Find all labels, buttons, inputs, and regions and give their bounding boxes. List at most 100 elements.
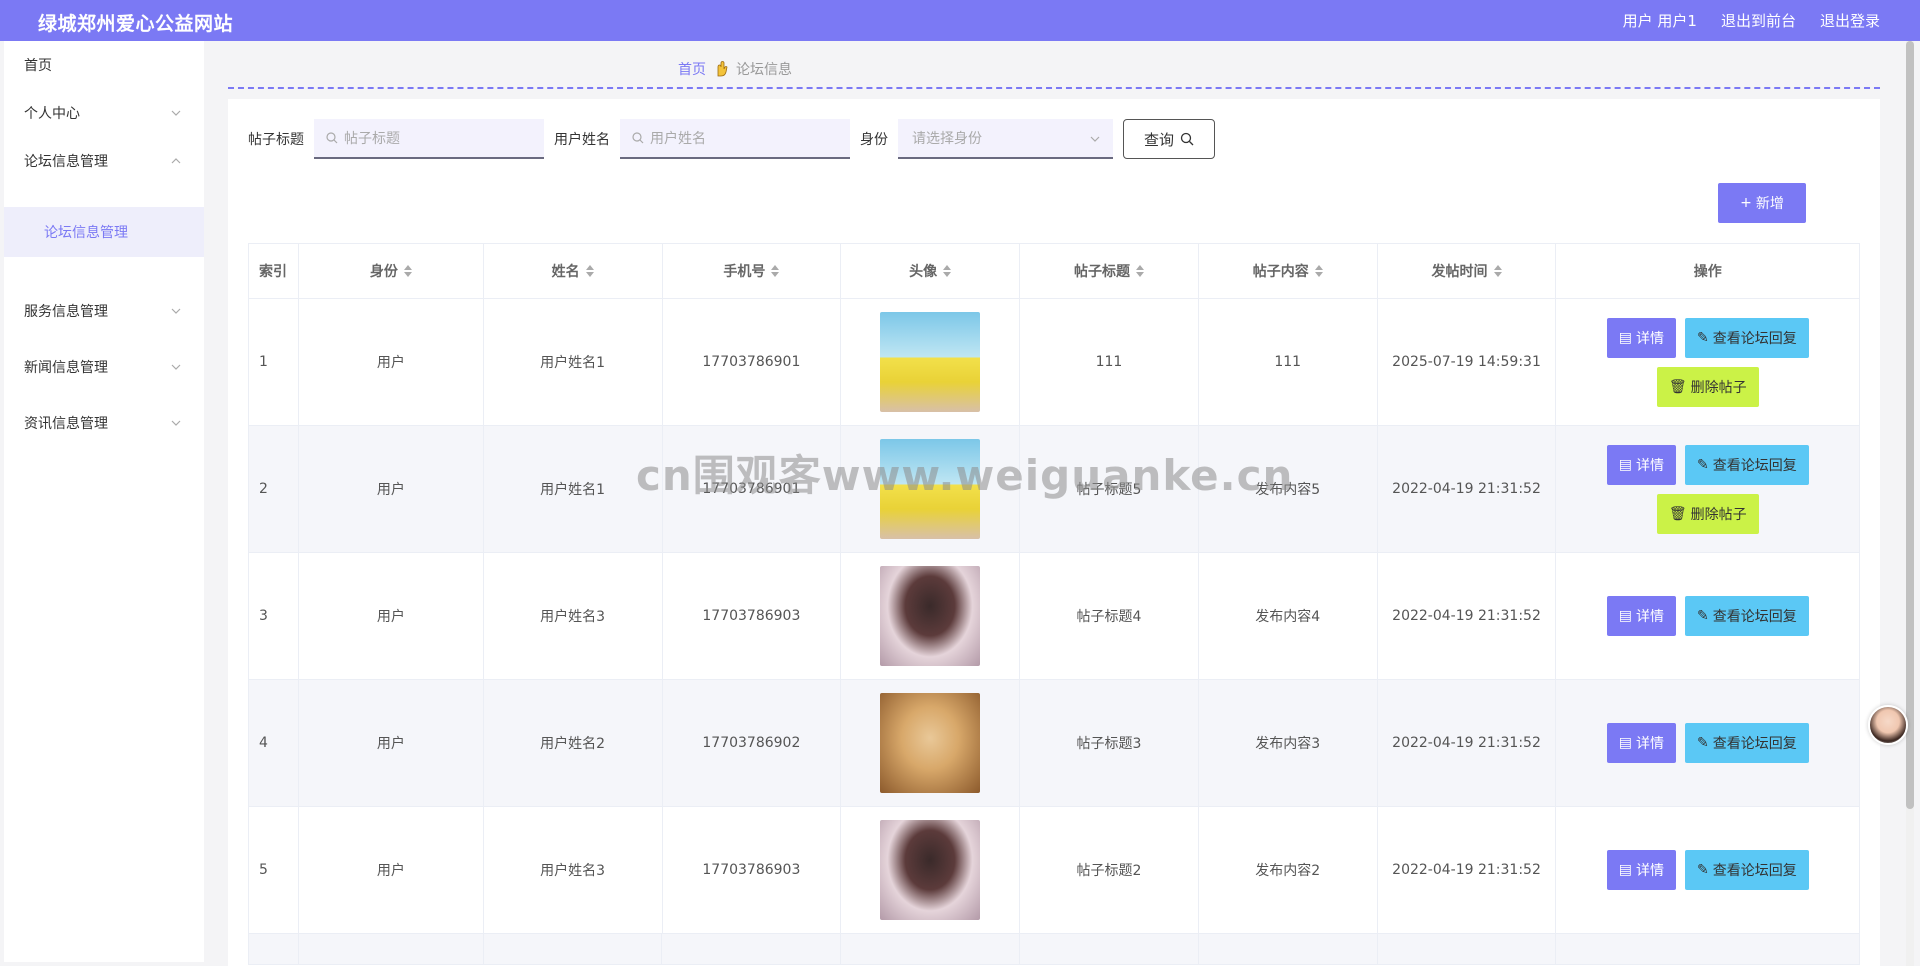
query-button[interactable]: 查询 bbox=[1123, 119, 1215, 159]
table-row: 3 用户 用户姓名3 17703786903 帖子标题4 发布内容4 2022-… bbox=[249, 553, 1859, 680]
detail-button[interactable]: ▤ 详情 bbox=[1606, 444, 1676, 485]
add-button[interactable]: + 新增 bbox=[1718, 183, 1806, 223]
column-header-avatar[interactable]: 头像 bbox=[841, 244, 1021, 298]
column-header-post-content[interactable]: 帖子内容 bbox=[1199, 244, 1378, 298]
chevron-down-icon bbox=[171, 308, 181, 314]
search-icon bbox=[1180, 132, 1194, 146]
sidebar-item-info-management[interactable]: 资讯信息管理 bbox=[4, 399, 204, 447]
column-header-phone[interactable]: 手机号 bbox=[663, 244, 842, 298]
detail-button[interactable]: ▤ 详情 bbox=[1606, 596, 1676, 636]
scrollbar-thumb[interactable] bbox=[1906, 41, 1914, 809]
search-icon bbox=[326, 132, 338, 144]
cell-avatar bbox=[841, 299, 1021, 425]
cell-avatar bbox=[841, 426, 1021, 552]
cell-index: 3 bbox=[249, 553, 299, 679]
edit-icon: ✎ bbox=[1696, 456, 1709, 473]
sort-icon[interactable] bbox=[1135, 265, 1144, 277]
top-right-menu: 用户 用户1 退出到前台 退出登录 bbox=[1623, 10, 1880, 31]
current-user[interactable]: 用户 用户1 bbox=[1623, 10, 1697, 31]
site-title: 绿城郑州爱心公益网站 bbox=[38, 13, 234, 35]
chevron-up-icon bbox=[171, 158, 181, 164]
sidebar-item-news-management[interactable]: 新闻信息管理 bbox=[4, 343, 204, 391]
delete-post-button[interactable]: 🗑 删除帖子 bbox=[1656, 366, 1759, 407]
chevron-down-icon bbox=[1090, 136, 1100, 142]
breadcrumb-home[interactable]: 首页 bbox=[678, 59, 706, 79]
plus-icon: + bbox=[1740, 195, 1752, 211]
title-search-input[interactable]: 帖子标题 bbox=[314, 119, 544, 159]
cell-post-time: 2022-04-19 21:31:52 bbox=[1378, 807, 1557, 933]
sidebar-item-forum-management[interactable]: 论坛信息管理 bbox=[4, 137, 204, 185]
cell-post-content: 111 bbox=[1199, 299, 1378, 425]
cell-post-title: 帖子标题3 bbox=[1020, 680, 1199, 806]
sidebar-item-home[interactable]: 首页 bbox=[4, 41, 204, 89]
column-header-actions: 操作 bbox=[1693, 264, 1722, 280]
assistant-avatar[interactable] bbox=[1868, 705, 1908, 745]
title-label: 帖子标题 bbox=[248, 132, 304, 148]
cell-post-time: 2025-07-19 14:59:31 bbox=[1378, 299, 1557, 425]
cell-actions: ▤ 详情 ✎ 查看论坛回复 🗑 删除帖子 bbox=[1556, 426, 1859, 552]
cell-name: 用户姓名3 bbox=[484, 553, 663, 679]
scrollbar[interactable] bbox=[1906, 41, 1914, 966]
cell-avatar bbox=[841, 680, 1021, 806]
detail-button[interactable]: ▤ 详情 bbox=[1606, 317, 1676, 358]
cell-post-title: 帖子标题4 bbox=[1020, 553, 1199, 679]
sort-icon[interactable] bbox=[1493, 265, 1502, 277]
cell-post-time: 2022-04-19 21:31:52 bbox=[1378, 680, 1557, 806]
top-bar: 绿城郑州爱心公益网站 用户 用户1 退出到前台 退出登录 bbox=[0, 0, 1920, 41]
sort-icon[interactable] bbox=[1314, 265, 1323, 277]
avatar[interactable] bbox=[880, 566, 981, 666]
view-reply-button[interactable]: ✎ 查看论坛回复 bbox=[1684, 596, 1809, 636]
exit-to-front-link[interactable]: 退出到前台 bbox=[1721, 10, 1796, 31]
sidebar-item-label: 资讯信息管理 bbox=[24, 416, 108, 432]
view-reply-button[interactable]: ✎ 查看论坛回复 bbox=[1684, 723, 1809, 763]
table-header: 索引 身份 姓名 手机号 头像 帖子标题 帖子内容 发帖时间 操作 bbox=[249, 244, 1859, 299]
cell-index: 2 bbox=[249, 426, 299, 552]
avatar[interactable] bbox=[880, 820, 981, 920]
sidebar-item-label: 论坛信息管理 bbox=[44, 225, 128, 241]
document-icon: ▤ bbox=[1618, 329, 1632, 346]
cell-role: 用户 bbox=[299, 299, 484, 425]
document-icon: ▤ bbox=[1618, 456, 1632, 473]
sidebar-item-service-management[interactable]: 服务信息管理 bbox=[4, 287, 204, 335]
name-search-input[interactable]: 用户姓名 bbox=[620, 119, 850, 159]
view-reply-button[interactable]: ✎ 查看论坛回复 bbox=[1684, 317, 1809, 358]
column-header-post-title[interactable]: 帖子标题 bbox=[1020, 244, 1199, 298]
view-reply-button[interactable]: ✎ 查看论坛回复 bbox=[1684, 444, 1809, 485]
sidebar-item-label: 首页 bbox=[24, 58, 52, 74]
cell-role: 用户 bbox=[299, 807, 484, 933]
chevron-down-icon bbox=[171, 420, 181, 426]
cell-post-content: 发布内容5 bbox=[1199, 426, 1378, 552]
role-label: 身份 bbox=[860, 132, 888, 148]
column-header-index: 索引 bbox=[249, 244, 299, 298]
cell-name: 用户姓名1 bbox=[484, 299, 663, 425]
sort-icon[interactable] bbox=[585, 265, 594, 277]
sort-icon[interactable] bbox=[771, 265, 780, 277]
column-header-name[interactable]: 姓名 bbox=[484, 244, 663, 298]
detail-button[interactable]: ▤ 详情 bbox=[1606, 723, 1676, 763]
sort-icon[interactable] bbox=[943, 265, 952, 277]
column-header-role[interactable]: 身份 bbox=[299, 244, 484, 298]
breadcrumb-current: 论坛信息 bbox=[736, 62, 792, 78]
view-reply-button[interactable]: ✎ 查看论坛回复 bbox=[1684, 850, 1809, 890]
role-select[interactable]: 请选择身份 bbox=[898, 119, 1113, 159]
cell-avatar bbox=[841, 553, 1021, 679]
column-header-post-time[interactable]: 发帖时间 bbox=[1378, 244, 1557, 298]
cell-post-time: 2022-04-19 21:31:52 bbox=[1378, 426, 1557, 552]
avatar[interactable] bbox=[880, 312, 981, 412]
sidebar-item-label: 论坛信息管理 bbox=[24, 154, 108, 170]
cell-actions: ▤ 详情 ✎ 查看论坛回复 bbox=[1556, 553, 1859, 679]
sidebar-subitem-forum-info[interactable]: 论坛信息管理 bbox=[4, 207, 204, 257]
chevron-down-icon bbox=[171, 110, 181, 116]
logout-link[interactable]: 退出登录 bbox=[1820, 10, 1880, 31]
sort-icon[interactable] bbox=[403, 265, 412, 277]
avatar[interactable] bbox=[880, 693, 981, 793]
avatar[interactable] bbox=[880, 439, 981, 539]
cell-index: 1 bbox=[249, 299, 299, 425]
detail-button[interactable]: ▤ 详情 bbox=[1606, 850, 1676, 890]
sidebar-item-personal-center[interactable]: 个人中心 bbox=[4, 89, 204, 137]
cell-role: 用户 bbox=[299, 426, 484, 552]
delete-post-button[interactable]: 🗑 删除帖子 bbox=[1656, 493, 1759, 534]
sidebar-item-label: 新闻信息管理 bbox=[24, 360, 108, 376]
edit-icon: ✎ bbox=[1696, 329, 1709, 346]
cell-post-title: 帖子标题5 bbox=[1020, 426, 1199, 552]
